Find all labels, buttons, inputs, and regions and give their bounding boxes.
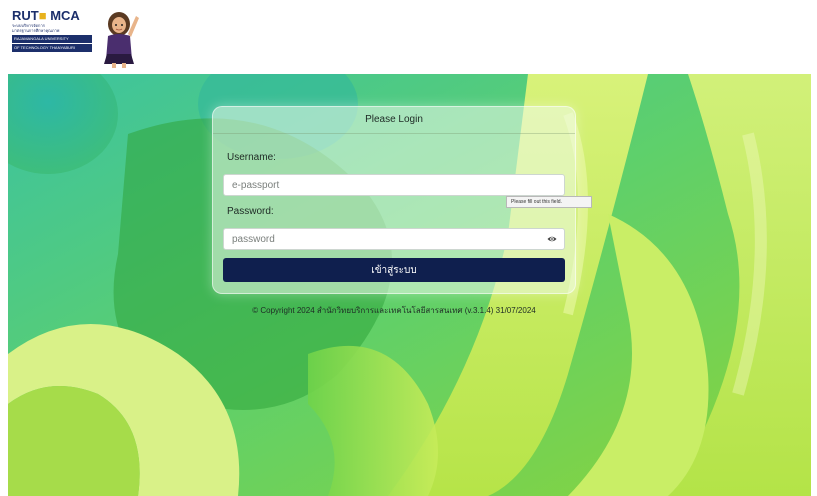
copyright-text: © Copyright 2024 สำนักวิทยบริการและเทคโน…: [252, 306, 536, 315]
top-header: RUT■ MCA ระบบบริหารจัดการ มาตรฐานการศึกษ…: [0, 0, 817, 74]
password-label: Password:: [227, 206, 274, 217]
logo-title-part2: MCA: [50, 8, 80, 23]
login-button[interactable]: เข้าสู่ระบบ: [223, 258, 565, 282]
login-card-title: Please Login: [213, 107, 575, 134]
logo-title-accent: ■: [38, 8, 47, 23]
eye-icon[interactable]: [547, 234, 557, 244]
login-page: RUT■ MCA ระบบบริหารจัดการ มาตรฐานการศึกษ…: [0, 0, 817, 496]
mascot-icon: [104, 12, 139, 68]
logo-text: RUT■ MCA ระบบบริหารจัดการ มาตรฐานการศึกษ…: [12, 8, 92, 52]
password-input[interactable]: [223, 228, 565, 250]
logo-bar-1: RAJAMANGALA UNIVERSITY: [12, 35, 92, 43]
validation-tooltip: Please fill out this field.: [506, 196, 592, 208]
site-logo[interactable]: RUT■ MCA ระบบบริหารจัดการ มาตรฐานการศึกษ…: [12, 8, 140, 68]
username-label: Username:: [227, 152, 276, 163]
logo-subtitle-2: มาตรฐานการศึกษาคุณภาพ: [12, 28, 60, 33]
logo-bar-2: OF TECHNOLOGY THANYABURI: [12, 44, 92, 52]
logo-title-part1: RUT: [12, 8, 39, 23]
username-input[interactable]: [223, 174, 565, 196]
logo-title: RUT■ MCA: [12, 8, 92, 23]
